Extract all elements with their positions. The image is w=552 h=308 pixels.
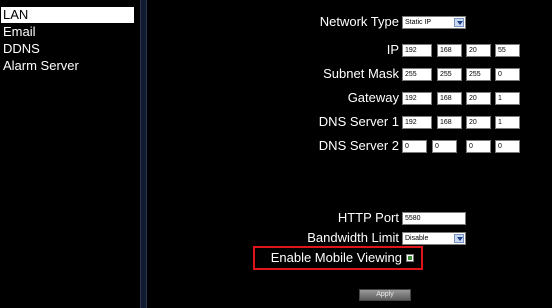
sidebar-item-email[interactable]: Email (1, 24, 134, 40)
apply-button[interactable]: Apply (359, 289, 411, 301)
dns-server-1-label: DNS Server 1 (318, 114, 399, 129)
sidebar-item-lan[interactable]: LAN (1, 7, 134, 23)
bandwidth-limit-value: Disable (405, 235, 429, 242)
network-type-select[interactable]: Static IP (402, 16, 466, 29)
dns2-octet-1[interactable]: 0 (402, 140, 427, 153)
sidebar: LAN Email DDNS Alarm Server (0, 0, 140, 308)
http-port-label: HTTP Port (337, 210, 399, 225)
subnet-octet-1[interactable]: 255 (402, 68, 432, 81)
ip-octet-3[interactable]: 20 (466, 44, 491, 57)
enable-mobile-viewing-checkbox[interactable] (406, 254, 414, 262)
sidebar-item-ddns[interactable]: DDNS (1, 41, 134, 57)
network-type-value: Static IP (405, 19, 432, 26)
chevron-down-icon (454, 18, 464, 27)
subnet-octet-4[interactable]: 0 (495, 68, 520, 81)
gateway-octet-1[interactable]: 192 (402, 92, 432, 105)
subnet-octet-3[interactable]: 255 (466, 68, 491, 81)
bandwidth-limit-select[interactable]: Disable (402, 232, 466, 245)
ip-octet-4[interactable]: 55 (495, 44, 520, 57)
ip-label: IP (386, 42, 399, 57)
dns1-octet-3[interactable]: 20 (466, 116, 491, 129)
sidebar-divider (140, 0, 147, 308)
subnet-mask-label: Subnet Mask (323, 66, 399, 81)
dns2-octet-2[interactable]: 0 (432, 140, 457, 153)
network-type-label: Network Type (319, 14, 399, 29)
gateway-octet-2[interactable]: 168 (437, 92, 462, 105)
ip-octet-1[interactable]: 192 (402, 44, 432, 57)
gateway-label: Gateway (347, 90, 399, 105)
sidebar-item-alarm-server[interactable]: Alarm Server (1, 58, 134, 74)
dns-server-2-label: DNS Server 2 (318, 138, 399, 153)
bandwidth-limit-label: Bandwidth Limit (307, 230, 399, 245)
dns1-octet-1[interactable]: 192 (402, 116, 432, 129)
dns2-octet-3[interactable]: 0 (466, 140, 491, 153)
ip-octet-2[interactable]: 168 (437, 44, 462, 57)
dns1-octet-2[interactable]: 168 (437, 116, 462, 129)
enable-mobile-viewing-label: Enable Mobile Viewing (270, 250, 402, 265)
gateway-octet-4[interactable]: 1 (495, 92, 520, 105)
http-port-input[interactable]: 5580 (402, 212, 466, 225)
dns2-octet-4[interactable]: 0 (495, 140, 520, 153)
subnet-octet-2[interactable]: 255 (437, 68, 462, 81)
gateway-octet-3[interactable]: 20 (466, 92, 491, 105)
chevron-down-icon (454, 234, 464, 243)
dns1-octet-4[interactable]: 1 (495, 116, 520, 129)
